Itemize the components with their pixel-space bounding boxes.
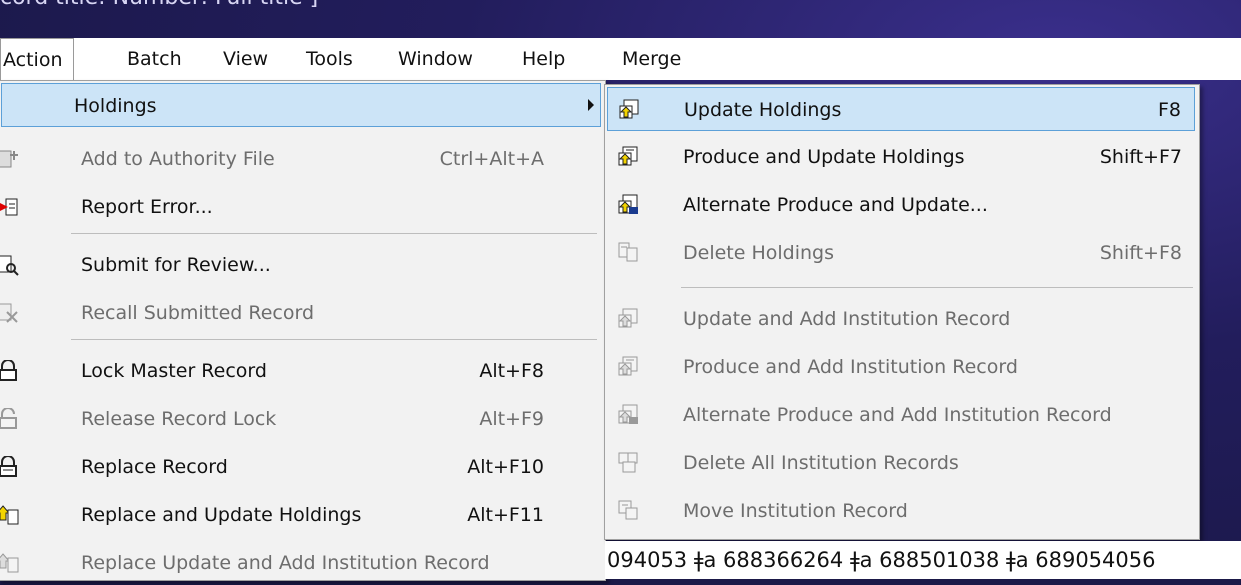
menu-separator [71, 233, 597, 234]
holdings-item-label: Produce and Add Institution Record [683, 356, 1018, 378]
action-item-label: Replace Record [81, 456, 228, 478]
holdings-item-label: Update Holdings [684, 99, 842, 121]
holdings-item-delete-all-institution[interactable]: Delete All Institution Records [607, 441, 1195, 485]
update-add-institution-icon [618, 308, 638, 328]
menu-batch[interactable]: Batch [127, 38, 182, 80]
holdings-item-shortcut: F8 [1157, 99, 1181, 121]
action-item-shortcut: Alt+F11 [467, 504, 544, 526]
holdings-item-update[interactable]: Update Holdings F8 [607, 87, 1195, 131]
replace-update-icon [0, 505, 19, 525]
action-item-shortcut: Alt+F9 [479, 408, 544, 430]
action-item-label: Replace and Update Holdings [81, 504, 362, 526]
action-item-label: Holdings [74, 95, 157, 117]
menu-merge[interactable]: Merge [622, 38, 681, 80]
holdings-item-label: Move Institution Record [683, 500, 908, 522]
action-item-shortcut: Ctrl+Alt+A [439, 148, 544, 170]
recall-icon [0, 303, 18, 323]
action-item-replace-update[interactable]: Replace and Update Holdings Alt+F11 [0, 493, 601, 537]
replace-add-icon [0, 553, 19, 573]
action-item-shortcut: Alt+F10 [467, 456, 544, 478]
action-menu: Holdings Add to Authority File Ctrl+Alt+… [0, 80, 606, 581]
report-error-icon [0, 198, 18, 216]
action-item-shortcut: Alt+F8 [479, 360, 544, 382]
authority-icon [0, 150, 18, 168]
holdings-submenu: Update Holdings F8 Produce and Update Ho… [604, 84, 1200, 540]
replace-icon [0, 456, 17, 477]
action-item-report-error[interactable]: Report Error... [0, 185, 601, 229]
action-item-label: Lock Master Record [81, 360, 267, 382]
produce-update-icon [618, 146, 638, 166]
action-item-replace-add-institution[interactable]: Replace Update and Add Institution Recor… [0, 541, 601, 585]
holdings-item-update-add-institution[interactable]: Update and Add Institution Record [607, 297, 1195, 341]
action-item-holdings[interactable]: Holdings [1, 83, 601, 127]
menu-separator [71, 339, 597, 340]
menu-view[interactable]: View [223, 38, 268, 80]
produce-add-institution-icon [618, 356, 638, 376]
move-institution-icon [618, 500, 638, 520]
holdings-item-label: Delete All Institution Records [683, 452, 959, 474]
alternate-add-institution-icon [618, 404, 638, 424]
action-item-label: Replace Update and Add Institution Recor… [81, 552, 490, 574]
delete-holdings-icon [618, 242, 638, 262]
record-control-numbers: 094053 ǂa 688366264 ǂa 688501038 ǂa 6890… [605, 541, 1241, 579]
holdings-item-label: Update and Add Institution Record [683, 308, 1011, 330]
action-item-replace-record[interactable]: Replace Record Alt+F10 [0, 445, 601, 489]
action-item-label: Add to Authority File [81, 148, 275, 170]
action-item-release-lock[interactable]: Release Record Lock Alt+F9 [0, 397, 601, 441]
menu-help[interactable]: Help [522, 38, 565, 80]
alternate-produce-icon [618, 194, 638, 214]
window-title-text: cord title: Number: Full title ] [0, 0, 318, 10]
holdings-item-label: Alternate Produce and Add Institution Re… [683, 404, 1112, 426]
action-item-submit-review[interactable]: Submit for Review... [0, 243, 601, 287]
submenu-arrow-icon [588, 99, 594, 111]
menu-separator [681, 287, 1193, 288]
holdings-item-delete[interactable]: Delete Holdings Shift+F8 [607, 231, 1195, 275]
action-item-lock-master[interactable]: Lock Master Record Alt+F8 [0, 349, 601, 393]
submit-review-icon [0, 255, 19, 276]
delete-all-institution-icon [618, 452, 638, 473]
holdings-item-alternate-add-institution[interactable]: Alternate Produce and Add Institution Re… [607, 393, 1195, 437]
menu-bar: Action Batch View Tools Window Help Merg… [0, 38, 1241, 80]
action-item-label: Recall Submitted Record [81, 302, 315, 324]
holdings-item-label: Produce and Update Holdings [683, 146, 965, 168]
menu-action[interactable]: Action [0, 38, 74, 80]
menu-window[interactable]: Window [398, 38, 473, 80]
holdings-item-produce-update[interactable]: Produce and Update Holdings Shift+F7 [607, 135, 1195, 179]
holdings-item-shortcut: Shift+F7 [1099, 146, 1182, 168]
window-title: cord title: Number: Full title ] [0, 0, 1241, 30]
action-item-label: Report Error... [81, 196, 213, 218]
unlock-icon [0, 408, 17, 429]
update-holdings-icon [619, 99, 639, 119]
menu-tools[interactable]: Tools [306, 38, 353, 80]
holdings-item-label: Delete Holdings [683, 242, 834, 264]
holdings-item-alternate-produce[interactable]: Alternate Produce and Update... [607, 183, 1195, 227]
lock-icon [0, 360, 17, 381]
holdings-item-shortcut: Shift+F8 [1099, 242, 1182, 264]
holdings-item-label: Alternate Produce and Update... [683, 194, 988, 216]
action-item-add-authority[interactable]: Add to Authority File Ctrl+Alt+A [0, 137, 601, 181]
holdings-item-move-institution[interactable]: Move Institution Record [607, 489, 1195, 533]
action-item-recall[interactable]: Recall Submitted Record [0, 291, 601, 335]
holdings-item-produce-add-institution[interactable]: Produce and Add Institution Record [607, 345, 1195, 389]
action-item-label: Release Record Lock [81, 408, 277, 430]
action-item-label: Submit for Review... [81, 254, 271, 276]
